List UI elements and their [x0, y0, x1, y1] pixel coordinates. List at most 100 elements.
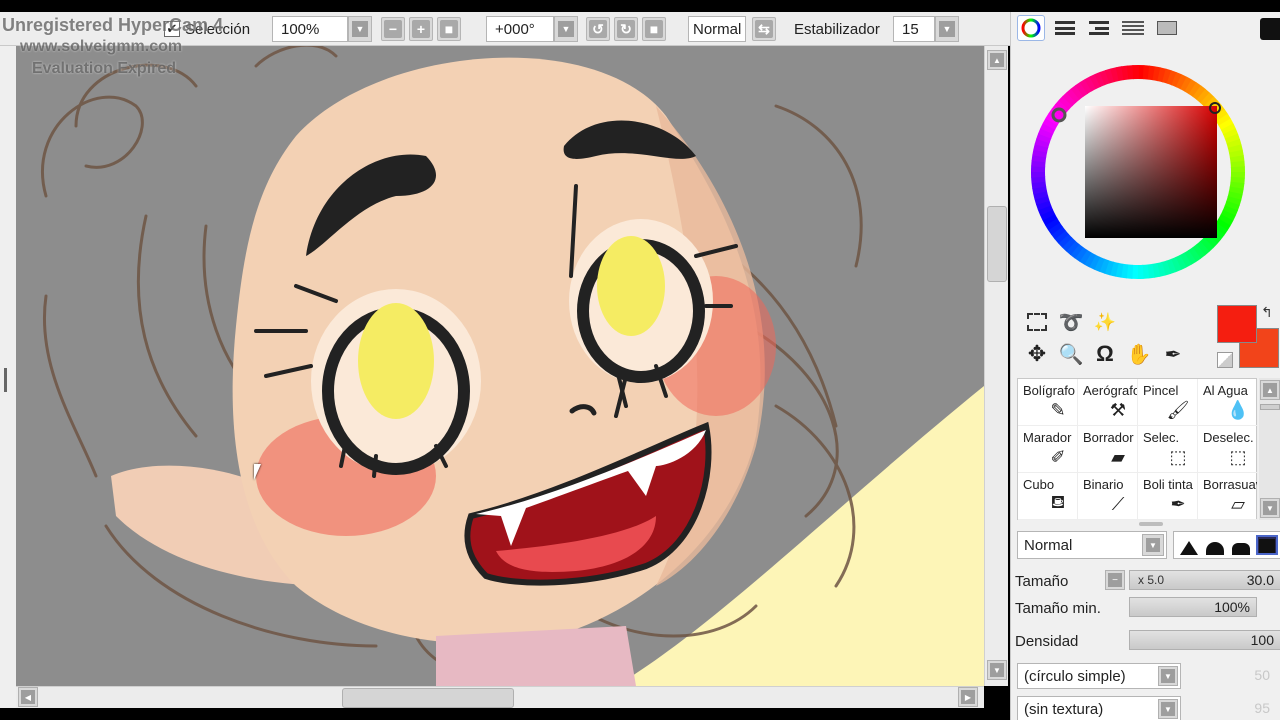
brush-label: Al Agua	[1203, 383, 1248, 398]
brush-label: Binario	[1083, 477, 1124, 492]
brush-slot[interactable]: Pincel 🖌	[1138, 379, 1198, 426]
magic-wand-tool[interactable]: ✨	[1091, 308, 1119, 336]
eyedropper-icon: ✒	[1164, 343, 1182, 366]
hand-tool[interactable]: ✋	[1125, 340, 1153, 368]
eraser-icon: ▰	[1111, 446, 1125, 467]
flip-horizontal-button[interactable]: ⇆	[752, 17, 776, 41]
brush-shape-dropdown-button[interactable]: ▼	[1158, 666, 1178, 686]
brush-texture-dropdown-button[interactable]: ▼	[1158, 699, 1178, 719]
scroll-up-button[interactable]: ▲	[987, 50, 1007, 70]
brush-label: Deselec.	[1203, 430, 1254, 445]
rotate-left-button[interactable]: ↺	[586, 17, 610, 41]
scroll-right-button[interactable]: ▶	[958, 687, 978, 707]
density-slider[interactable]: 100	[1129, 630, 1280, 650]
drawing-canvas[interactable]	[16, 46, 984, 686]
rgb-sliders-tab[interactable]	[1085, 15, 1113, 41]
sliders-icon	[1055, 21, 1075, 35]
rotate-cw-icon: ↻	[617, 20, 635, 38]
brush-slot[interactable]: Al Agua 💧	[1198, 379, 1258, 426]
chevron-down-icon: ▼	[558, 21, 574, 37]
rotation-dropdown-button[interactable]: ▼	[554, 16, 578, 42]
brush-slot[interactable]: Boli tinta ✒	[1138, 473, 1198, 520]
lasso-tool[interactable]: ➰	[1057, 308, 1085, 336]
density-label: Densidad	[1015, 633, 1079, 650]
brush-label: Selec.	[1143, 430, 1180, 445]
reset-square-icon: ■	[440, 20, 458, 38]
panel-splitter[interactable]	[1139, 522, 1163, 526]
size-range-button[interactable]: −	[1105, 570, 1125, 590]
hypercam-watermark: Unregistered HyperCam 4 www.solveigmm.co…	[2, 14, 223, 80]
zoom-in-button[interactable]: +	[409, 17, 433, 41]
panel-edge-tab[interactable]	[1260, 18, 1280, 40]
size-slider[interactable]: x 5.0 30.0	[1129, 570, 1280, 590]
zoom-dropdown-button[interactable]: ▼	[348, 16, 372, 42]
dome-shape-icon	[1206, 542, 1224, 555]
rect-select-tool[interactable]	[1023, 308, 1051, 336]
scratchpad-tab[interactable]	[1153, 15, 1181, 41]
stabilizer-dropdown-button[interactable]: ▼	[935, 16, 959, 42]
selection-tools: ➰ ✨	[1023, 308, 1119, 336]
brush-slot[interactable]: Bolígrafo ✎	[1018, 379, 1078, 426]
color-wheel[interactable]	[1029, 50, 1247, 294]
rotate-tool[interactable]: Ω	[1091, 340, 1119, 368]
marker-icon: ✐	[1050, 446, 1066, 467]
stabilizer-input[interactable]: 15	[893, 16, 935, 42]
brush-grid-scrollbar[interactable]: ▲ ▼	[1259, 378, 1280, 520]
zoom-tool[interactable]: 🔍	[1057, 340, 1085, 368]
edge-shape-flat[interactable]	[1230, 535, 1252, 555]
tool-panel: ➰ ✨ ✥ 🔍 Ω ✋ ✒ ↰ Bolígrafo ✎ Aerógrafo ⚒ Pinc…	[1010, 12, 1280, 720]
move-tool[interactable]: ✥	[1023, 340, 1051, 368]
rotation-reset-button[interactable]: ■	[642, 17, 666, 41]
swatches-tab[interactable]	[1119, 15, 1147, 41]
color-sliders-tab[interactable]	[1051, 15, 1079, 41]
horizontal-scroll-thumb[interactable]	[342, 688, 514, 708]
brush-texture-strength[interactable]: 95	[1254, 700, 1270, 716]
brush-slot[interactable]: Borrador ▰	[1078, 426, 1138, 473]
dashed-rectangle-icon	[1027, 313, 1047, 331]
edge-shape-square[interactable]	[1256, 535, 1278, 555]
brush-slot[interactable]: Cubo ⛾	[1018, 473, 1078, 520]
zoom-reset-button[interactable]: ■	[437, 17, 461, 41]
soft-eraser-icon: ▱	[1231, 493, 1245, 514]
brush-scroll-down-button[interactable]: ▼	[1260, 498, 1280, 518]
brush-slot[interactable]: Borrasuav ▱	[1198, 473, 1258, 520]
swap-colors-icon[interactable]: ↰	[1261, 304, 1273, 321]
zoom-input[interactable]: 100%	[272, 16, 348, 42]
blend-mode-select[interactable]: Normal	[688, 16, 746, 42]
density-value: 100	[1250, 632, 1274, 648]
brush-slot[interactable]: Marador ✐	[1018, 426, 1078, 473]
canvas-horizontal-scrollbar[interactable]: ◀ ▶	[16, 686, 984, 708]
transparent-color-swatch[interactable]	[1217, 352, 1233, 368]
binary-pen-icon: ⟋	[1111, 493, 1125, 514]
brush-slot[interactable]: Aerógrafo ⚒	[1078, 379, 1138, 426]
chevron-down-icon: ▼	[939, 21, 955, 37]
stabilizer-label: Estabilizador	[794, 20, 880, 38]
brush-blend-select[interactable]: Normal ▼	[1017, 531, 1167, 559]
brush-slot[interactable]: Binario ⟋	[1078, 473, 1138, 520]
eyedropper-tool[interactable]: ✒	[1159, 340, 1187, 368]
rotation-input[interactable]: +000°	[486, 16, 554, 42]
mouse-cursor-icon	[254, 464, 268, 480]
color-wheel-tab[interactable]	[1017, 15, 1045, 41]
rotate-right-button[interactable]: ↻	[614, 17, 638, 41]
canvas-vertical-scrollbar[interactable]: ▲ ▼	[984, 46, 1008, 686]
brush-scroll-up-button[interactable]: ▲	[1260, 380, 1280, 400]
brush-scroll-thumb[interactable]	[1260, 404, 1280, 410]
watermark-line-3: Evaluation Expired	[32, 60, 177, 77]
edge-shape-round[interactable]	[1204, 535, 1226, 555]
brush-texture-select[interactable]: (sin textura) ▼	[1017, 696, 1181, 720]
brush-slot[interactable]: Selec. ⬚	[1138, 426, 1198, 473]
brush-shape-strength[interactable]: 50	[1254, 667, 1270, 683]
vertical-scroll-thumb[interactable]	[987, 206, 1007, 282]
brush-shape-select[interactable]: (círculo simple) ▼	[1017, 663, 1181, 689]
panel-resize-handle[interactable]	[4, 368, 7, 392]
brush-blend-dropdown-button[interactable]: ▼	[1142, 534, 1164, 556]
foreground-color-swatch[interactable]	[1217, 305, 1257, 343]
edge-shape-sharp[interactable]	[1178, 535, 1200, 555]
brush-slot[interactable]: Deselec. ⬚	[1198, 426, 1258, 473]
scroll-left-button[interactable]: ◀	[18, 687, 38, 707]
artwork	[16, 46, 984, 686]
min-size-slider[interactable]: 100%	[1129, 597, 1257, 617]
zoom-out-button[interactable]: −	[381, 17, 405, 41]
scroll-down-button[interactable]: ▼	[987, 660, 1007, 680]
